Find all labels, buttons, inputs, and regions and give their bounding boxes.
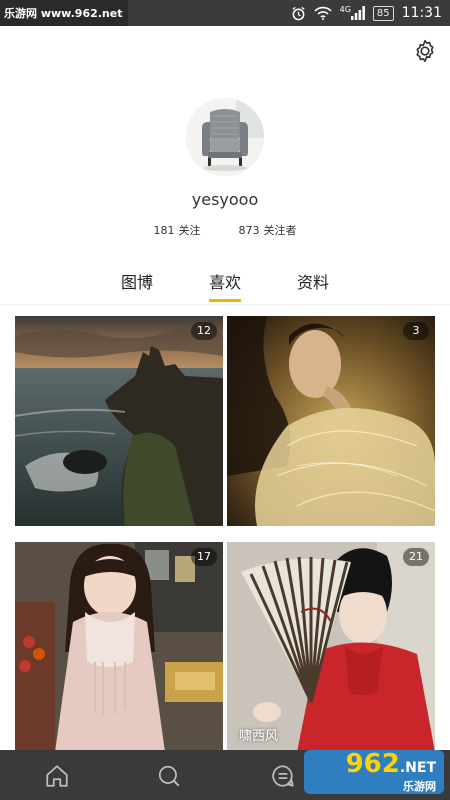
battery-icon: 85 (372, 5, 394, 21)
tab-likes[interactable]: 喜欢 (208, 268, 242, 302)
alarm-icon (291, 6, 306, 21)
followers-count: 873 (238, 224, 260, 237)
nav-search-button[interactable] (154, 761, 184, 791)
followers-label: 关注者 (263, 224, 297, 237)
image-count-badge: 17 (191, 548, 217, 566)
following-label: 关注 (178, 224, 201, 237)
post-card-lace-portrait[interactable]: 3 (227, 316, 435, 526)
post-image (227, 316, 435, 526)
settings-button[interactable] (410, 36, 440, 66)
tab-posts[interactable]: 图博 (121, 268, 153, 302)
following-count: 181 (153, 224, 175, 237)
post-card-seascape[interactable]: 12 (15, 316, 223, 526)
image-count-badge: 21 (403, 548, 429, 566)
nav-messages-button[interactable] (268, 761, 298, 791)
image-count-badge: 3 (403, 322, 429, 340)
followers-link[interactable]: 873 关注者 (239, 222, 297, 238)
post-image (227, 542, 435, 752)
home-icon (46, 765, 68, 787)
follow-stats: 181 关注 873 关注者 (0, 222, 450, 238)
avatar[interactable] (186, 98, 264, 176)
post-card-fan-portrait[interactable]: 21 啸西风 (227, 542, 435, 752)
search-icon (158, 765, 180, 787)
brand-logo-number: 962 (345, 749, 400, 779)
gear-icon (416, 39, 434, 63)
status-bar: 乐游网 www.962.net 4G 85 11:31 (0, 0, 450, 26)
post-image (15, 316, 223, 526)
following-link[interactable]: 181 关注 (154, 222, 201, 238)
tab-profile-info[interactable]: 资料 (297, 268, 329, 302)
brand-logo-subtitle: 乐游网 (403, 780, 436, 793)
brand-logo-suffix: .NET (399, 760, 436, 776)
post-card-scarf-girl[interactable]: 17 (15, 542, 223, 752)
nav-home-button[interactable] (42, 761, 72, 791)
cellular-signal-icon: 4G (339, 4, 365, 20)
site-watermark: 乐游网 www.962.net (0, 0, 129, 26)
image-count-badge: 12 (191, 322, 217, 340)
profile-tabs: 图博 喜欢 资料 (0, 268, 450, 304)
username: yesyooo (191, 190, 259, 209)
message-icon (272, 765, 294, 787)
post-image (15, 542, 223, 752)
clock: 11:31 (401, 5, 442, 21)
wifi-icon (314, 6, 332, 20)
tabs-divider (0, 304, 450, 305)
network-type: 4G (339, 4, 351, 14)
post-caption: 啸西风 (239, 729, 279, 744)
brand-watermark-logo: 962.NET 乐游网 (304, 750, 444, 794)
